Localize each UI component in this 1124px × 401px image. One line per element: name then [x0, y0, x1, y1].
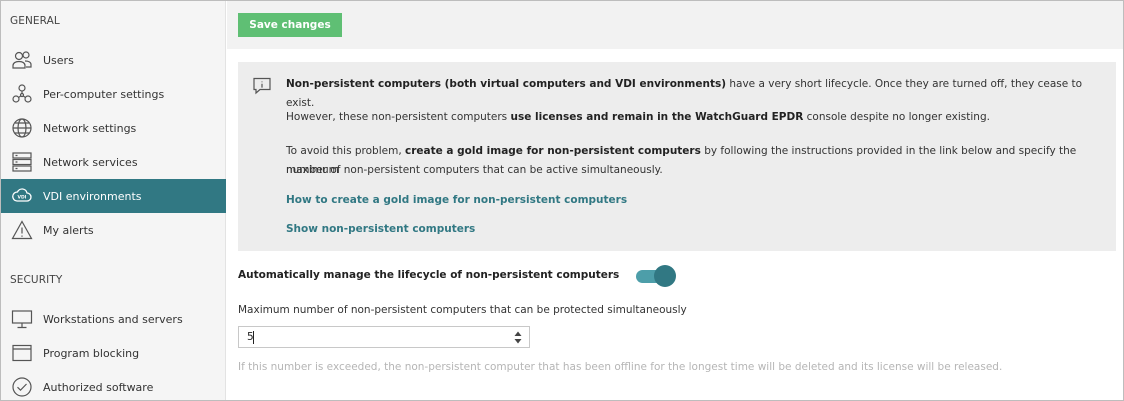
check-circle-icon [11, 376, 33, 398]
section-title-security: SECURITY [10, 274, 63, 286]
vdi-cloud-icon: VDI [11, 185, 33, 207]
sidebar-item-label: Network settings [43, 121, 137, 135]
sidebar-item-vdi-environments[interactable]: VDI VDI environments [1, 179, 226, 213]
monitor-icon [11, 308, 33, 330]
info-p2-end: console despite no longer existing. [803, 111, 990, 123]
toggle-knob [654, 265, 676, 287]
sidebar-item-my-alerts[interactable]: My alerts [1, 213, 226, 247]
gold-image-help-link[interactable]: How to create a gold image for non-persi… [286, 194, 627, 206]
sidebar-item-label: VDI environments [43, 189, 142, 203]
max-computers-hint: If this number is exceeded, the non-pers… [238, 361, 1003, 373]
svg-text:VDI: VDI [18, 195, 27, 201]
main-content: Save changes Non-persistent computers (b… [227, 1, 1123, 400]
warning-icon [11, 219, 33, 241]
sidebar-item-program-blocking[interactable]: Program blocking [1, 336, 226, 370]
info-p2-bold: use licenses and remain in the WatchGuar… [510, 111, 804, 123]
sidebar-item-label: Program blocking [43, 346, 140, 360]
show-non-persistent-computers-link[interactable]: Show non-persistent computers [286, 223, 475, 235]
window-icon [11, 342, 33, 364]
sidebar-item-network-settings[interactable]: Network settings [1, 111, 226, 145]
info-paragraph-2: However, these non-persistent computers … [286, 108, 1106, 127]
info-p3-bold: create a gold image for non-persistent c… [405, 145, 701, 157]
sidebar-item-per-computer-settings[interactable]: Per-computer settings [1, 77, 226, 111]
globe-icon [11, 117, 33, 139]
sidebar-item-users[interactable]: Users [1, 43, 226, 77]
save-button[interactable]: Save changes [238, 13, 342, 37]
sidebar-item-authorized-software[interactable]: Authorized software [1, 370, 226, 401]
max-computers-input[interactable]: 5 [238, 326, 530, 348]
sidebar-item-label: My alerts [43, 223, 94, 237]
section-title-general: GENERAL [10, 15, 60, 27]
sidebar-item-workstations-and-servers[interactable]: Workstations and servers [1, 302, 226, 336]
sidebar-item-label: Users [43, 53, 74, 67]
max-computers-label: Maximum number of non-persistent compute… [238, 304, 687, 316]
sidebar-item-label: Network services [43, 155, 138, 169]
lifecycle-toggle-label: Automatically manage the lifecycle of no… [238, 269, 620, 281]
network-nodes-icon [11, 83, 33, 105]
toolbar: Save changes [227, 1, 1123, 49]
spinner-arrows-icon[interactable] [513, 330, 523, 345]
info-p1-bold: Non-persistent computers (both virtual c… [286, 78, 727, 90]
sidebar: GENERAL Users Per-computer settings Netw… [1, 1, 226, 400]
info-paragraph-3-line-2: number of non-persistent computers that … [286, 164, 663, 176]
lifecycle-toggle[interactable] [636, 265, 676, 287]
sidebar-item-label: Authorized software [43, 380, 154, 394]
server-icon [11, 151, 33, 173]
sidebar-item-label: Per-computer settings [43, 87, 165, 101]
sidebar-item-label: Workstations and servers [43, 312, 183, 326]
info-panel: Non-persistent computers (both virtual c… [238, 62, 1116, 251]
info-p2-start: However, these non-persistent computers [286, 111, 511, 123]
users-icon [11, 49, 33, 71]
info-p3-start: To avoid this problem, [286, 145, 406, 157]
info-comment-icon [252, 76, 272, 96]
sidebar-item-network-services[interactable]: Network services [1, 145, 226, 179]
text-caret [253, 331, 254, 344]
